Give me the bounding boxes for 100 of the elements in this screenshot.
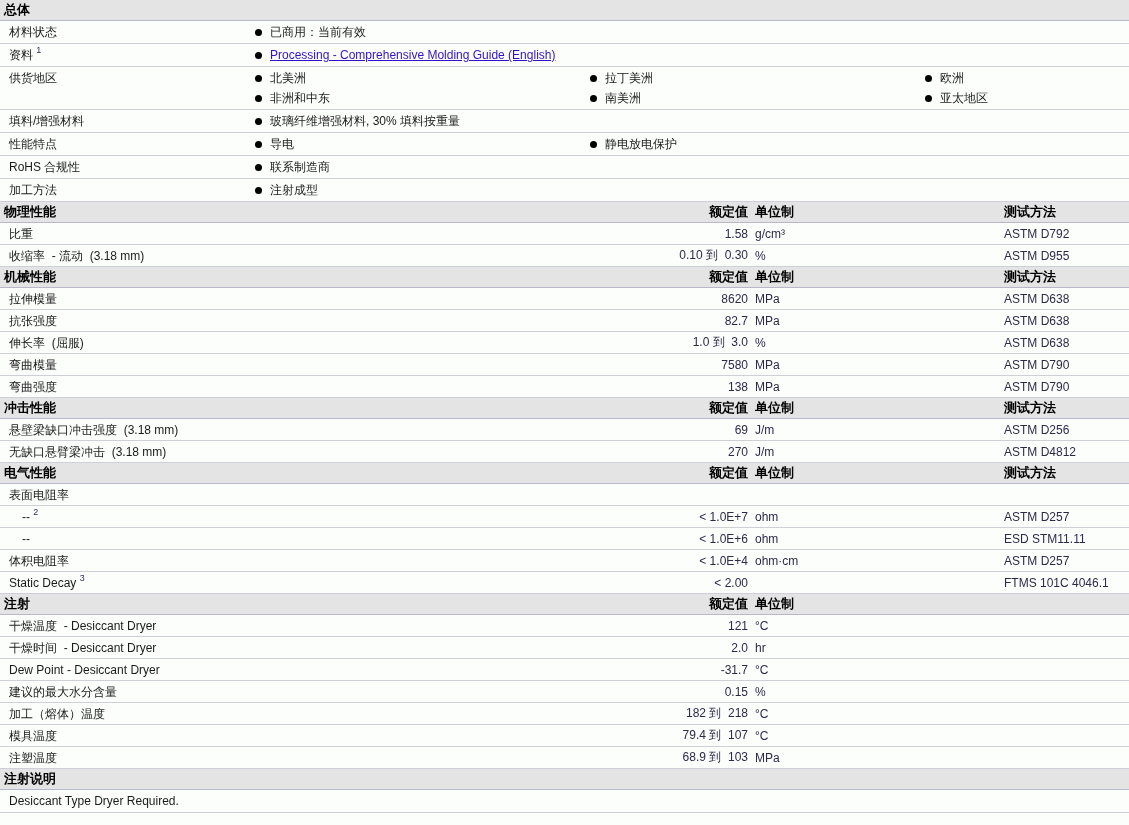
property-value: 0.15: [724, 684, 748, 699]
property-value: < 1.0E+6: [699, 531, 748, 546]
bullet-icon: [255, 74, 262, 82]
property-unit: ohm·cm: [754, 553, 799, 568]
column-header: 额定值: [709, 595, 748, 613]
test-method: ASTM D638: [1004, 313, 1070, 328]
property-value: -31.7: [720, 662, 748, 677]
property-value: 静电放电保护: [605, 135, 677, 153]
property-name: 比重: [8, 225, 33, 243]
section-title: 冲击性能: [3, 399, 56, 417]
property-name: 建议的最大水分含量: [8, 683, 117, 701]
property-unit: MPa: [754, 750, 780, 765]
column-header: 测试方法: [1004, 203, 1056, 221]
property-value: 270: [727, 444, 748, 459]
property-unit: MPa: [754, 291, 780, 306]
test-method: FTMS 101C 4046.1: [1004, 575, 1109, 590]
property-name: 体积电阻率: [8, 552, 69, 570]
bullet-icon: [255, 140, 262, 148]
property-value: 玻璃纤维增强材料, 30% 填料按重量: [270, 112, 461, 130]
property-unit: ohm: [754, 509, 779, 524]
column-header: 测试方法: [1004, 399, 1056, 417]
property-value: 7580: [721, 357, 748, 372]
column-header: 单位制: [754, 595, 794, 613]
property-unit: °C: [754, 706, 769, 721]
bullet-icon: [590, 140, 597, 148]
property-name: Static Decay $^{3}$: [8, 573, 85, 592]
test-method: ASTM D790: [1004, 379, 1070, 394]
property-name: 无缺口悬臂梁冲击 (3.18 mm): [8, 443, 167, 461]
property-unit: MPa: [754, 357, 780, 372]
property-name: 供货地区: [8, 70, 57, 87]
property-name: 材料状态: [8, 24, 57, 41]
property-value: 121: [727, 618, 748, 633]
bullet-icon: [255, 163, 262, 171]
bullet-icon: [255, 186, 262, 194]
property-value: 82.7: [724, 313, 748, 328]
property-unit: %: [754, 335, 766, 350]
property-unit: %: [754, 248, 766, 263]
test-method: ASTM D257: [1004, 553, 1070, 568]
property-name: 表面电阻率: [8, 486, 69, 504]
property-name: 弯曲模量: [8, 356, 57, 374]
column-header: 单位制: [754, 464, 794, 482]
section-title: 机械性能: [2, 268, 56, 286]
test-method: ASTM D638: [1004, 335, 1070, 350]
property-name: Dew Point - Desiccant Dryer: [8, 661, 160, 679]
property-value: < 1.0E+7: [699, 509, 748, 524]
property-name: 填料/增强材料: [8, 113, 85, 130]
property-value: 1.0 到 3.0: [692, 334, 748, 351]
property-name: 加工（熔体）温度: [8, 705, 105, 723]
property-value: 欧洲: [940, 69, 964, 87]
property-value: 已商用：当前有效: [270, 23, 366, 41]
property-value: 非洲和中东: [270, 89, 330, 107]
property-value: 1.58: [724, 226, 748, 241]
property-value: 联系制造商: [270, 158, 330, 176]
column-header: 单位制: [754, 268, 794, 286]
property-value: 北美洲: [270, 69, 306, 87]
bullet-icon: [925, 94, 932, 102]
property-value: 69: [734, 422, 748, 437]
property-name: 收缩率 - 流动 (3.18 mm): [8, 247, 145, 265]
property-name: --: [21, 530, 30, 548]
property-name: -- $^{2}$: [21, 507, 39, 526]
document-link[interactable]: Processing - Comprehensive Molding Guide (English): [270, 48, 556, 62]
property-value: 2.0: [731, 640, 748, 655]
property-unit: °C: [754, 618, 769, 633]
test-method: ASTM D955: [1004, 248, 1070, 263]
property-unit: MPa: [754, 379, 780, 394]
test-method: ASTM D257: [1004, 509, 1070, 524]
bullet-icon: [255, 28, 262, 36]
property-unit: %: [754, 684, 766, 699]
property-value: 南美洲: [605, 89, 641, 107]
column-header: 额定值: [709, 399, 748, 417]
property-unit: °C: [754, 728, 769, 743]
property-value: 68.9 到 103: [682, 749, 748, 766]
property-name: 悬壁梁缺口冲击强度 (3.18 mm): [8, 421, 179, 439]
test-method: ESD STM11.11: [1004, 531, 1086, 546]
bullet-icon: [255, 51, 262, 59]
property-name: 拉伸模量: [8, 290, 57, 308]
test-method: ASTM D790: [1004, 357, 1070, 372]
property-unit: MPa: [754, 313, 780, 328]
property-value: 182 到 218: [685, 705, 748, 722]
property-unit: J/m: [754, 444, 775, 459]
property-name: RoHS 合规性: [8, 159, 81, 176]
property-unit: hr: [754, 640, 766, 655]
property-value: 亚太地区: [940, 89, 988, 107]
property-value: < 2.00: [714, 575, 748, 590]
section-title: 注射说明: [3, 770, 56, 788]
property-value: 0.10 到 0.30: [679, 247, 748, 264]
bullet-icon: [255, 117, 262, 125]
property-value: < 1.0E+4: [699, 553, 748, 568]
property-name: 干燥温度 - Desiccant Dryer: [8, 617, 157, 635]
property-name: 干燥时间 - Desiccant Dryer: [8, 639, 157, 657]
property-name: 弯曲强度: [8, 378, 57, 396]
property-value: 注射成型: [270, 181, 318, 199]
bullet-icon: [255, 94, 262, 102]
test-method: ASTM D638: [1004, 291, 1070, 306]
property-unit: °C: [754, 662, 769, 677]
property-unit: g/cm³: [754, 226, 785, 241]
column-header: 单位制: [754, 203, 794, 221]
bullet-icon: [590, 94, 597, 102]
property-value: 8620: [721, 291, 748, 306]
property-name: 模具温度: [8, 727, 57, 745]
